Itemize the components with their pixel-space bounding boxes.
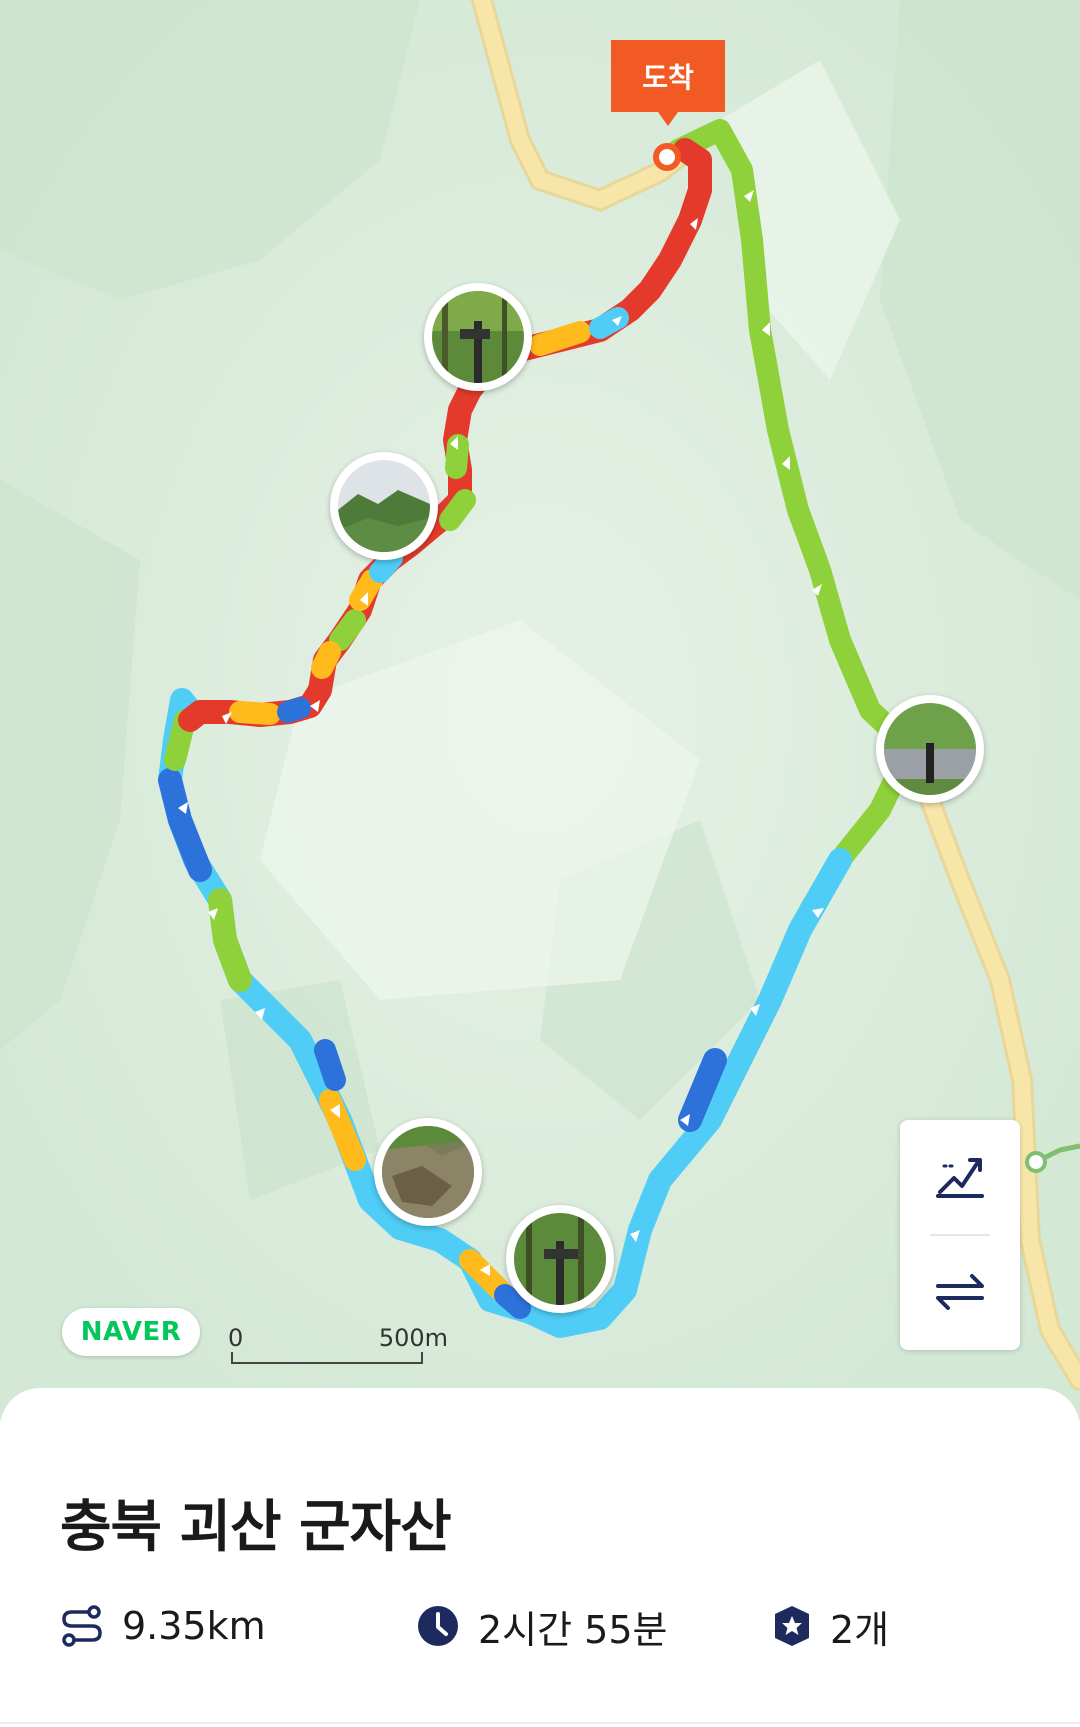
photo-marker-rocks[interactable] [374, 1118, 482, 1226]
course-title: 충북 괴산 군자산 [60, 1495, 452, 1560]
star-shield-icon [775, 1606, 809, 1646]
naver-logo: NAVER [62, 1308, 200, 1356]
duration-value: 2시간 55분 [478, 1607, 668, 1652]
swap-direction-icon [936, 1274, 984, 1310]
badge-stat: 2개 [772, 1596, 889, 1656]
elevation-profile-button[interactable] [900, 1120, 1020, 1232]
scale-zero-label: 0 [228, 1324, 244, 1352]
route-distance-icon [62, 1605, 102, 1647]
clock-icon [418, 1606, 458, 1646]
scale-bar-line [231, 1352, 423, 1364]
distance-stat: 9.35km [60, 1596, 266, 1656]
photo-marker-mountain-view[interactable] [330, 452, 438, 560]
arrival-flag: 도착 [611, 40, 725, 126]
photo-marker-parking-sign[interactable] [876, 695, 984, 803]
course-stats: 9.35km 2시간 55분 2개 [60, 1596, 1020, 1656]
map-view[interactable]: 도착 NAVER 0 500m [0, 0, 1080, 1420]
distance-value: 9.35km [122, 1604, 266, 1648]
elevation-profile-icon [936, 1158, 984, 1198]
duration-stat: 2시간 55분 [416, 1596, 668, 1656]
bottom-divider [0, 1722, 1080, 1724]
photo-marker-signpost-2[interactable] [506, 1205, 614, 1313]
arrival-label: 도착 [642, 61, 694, 94]
scale-distance-label: 500m [378, 1324, 448, 1352]
photo-marker-signpost-1[interactable] [424, 283, 532, 391]
map-controls [900, 1120, 1020, 1350]
end-point-marker [653, 143, 681, 171]
badge-count-value: 2개 [830, 1607, 890, 1652]
swap-direction-button[interactable] [900, 1236, 1020, 1348]
map-scale-bar: 0 500m [228, 1324, 448, 1364]
